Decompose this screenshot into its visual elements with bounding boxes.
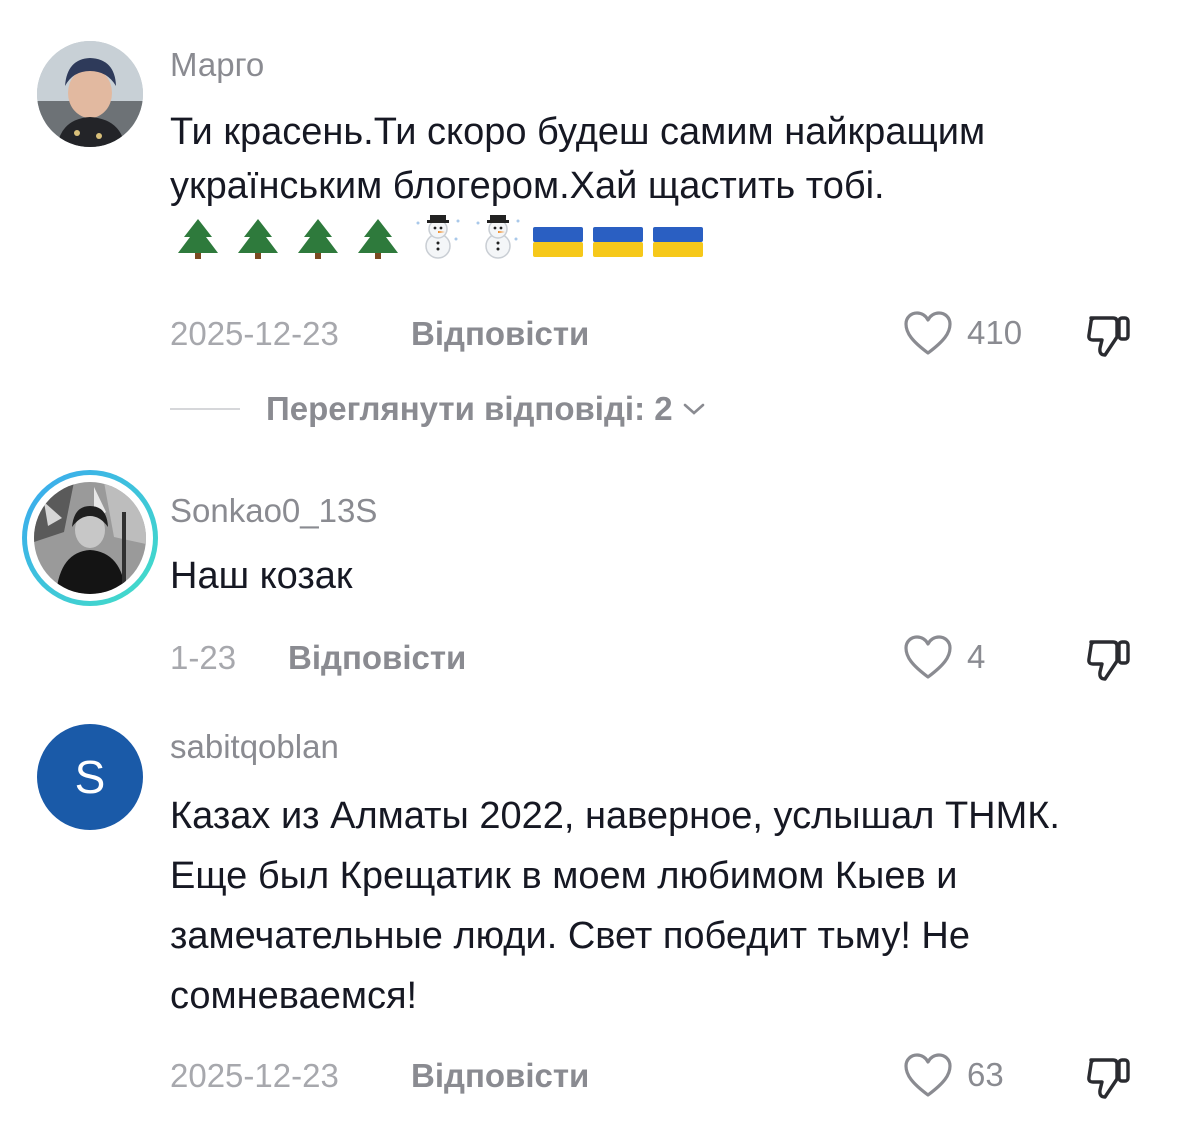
like-count: 410 [967, 314, 1023, 351]
reply-button[interactable]: Відповісти [411, 1057, 589, 1095]
snowman-icon [476, 215, 520, 259]
like-button[interactable]: 63 [903, 1052, 1004, 1098]
ukraine-flag-icon [533, 227, 583, 257]
heart-icon [904, 311, 952, 355]
ukraine-flag-icon [593, 227, 643, 257]
reply-button[interactable]: Відповісти [411, 315, 589, 353]
comment-text-body: Ти красень.Ти скоро будеш самим найкращи… [170, 111, 986, 207]
avatar[interactable] [37, 41, 143, 147]
heart-icon [904, 1053, 952, 1097]
avatar[interactable] [34, 482, 146, 594]
comment-date: 2025-12-23 [170, 315, 339, 352]
username[interactable]: Sonkao0_13S [170, 492, 377, 530]
christmas-tree-icon [178, 219, 218, 259]
comment-date: 1-23 [170, 639, 237, 676]
reply-button[interactable]: Відповісти [288, 639, 466, 677]
view-replies-label: Переглянути відповіді: 2 [266, 390, 673, 427]
like-count: 63 [967, 1056, 1004, 1093]
dislike-icon[interactable] [1083, 634, 1133, 684]
christmas-tree-icon [238, 219, 278, 259]
story-ring[interactable] [22, 470, 158, 606]
comment-text: Казах из Алматы 2022, наверное, услышал … [170, 795, 1060, 1017]
avatar[interactable]: S [37, 724, 143, 830]
like-count: 4 [967, 638, 986, 675]
christmas-tree-icon [298, 219, 338, 259]
ukraine-flag-icon [653, 227, 703, 257]
chevron-down-icon [683, 403, 704, 415]
like-button[interactable]: 4 [903, 634, 985, 680]
snowman-icon [416, 215, 460, 259]
username[interactable]: Марго [170, 46, 264, 84]
dislike-icon[interactable] [1083, 1052, 1133, 1102]
comment-date: 2025-12-23 [170, 1057, 339, 1094]
heart-icon [904, 635, 952, 679]
comment-text: Наш козак [170, 555, 353, 597]
dislike-icon[interactable] [1083, 310, 1133, 360]
emoji-row [170, 215, 704, 264]
comment-text: Ти красень.Ти скоро будеш самим найкращи… [170, 105, 1050, 270]
divider [170, 408, 240, 410]
christmas-tree-icon [358, 219, 398, 259]
like-button[interactable]: 410 [903, 310, 1022, 356]
username[interactable]: sabitqoblan [170, 728, 339, 766]
avatar-letter: S [74, 751, 106, 803]
view-replies-button[interactable]: Переглянути відповіді: 2 [170, 390, 707, 428]
